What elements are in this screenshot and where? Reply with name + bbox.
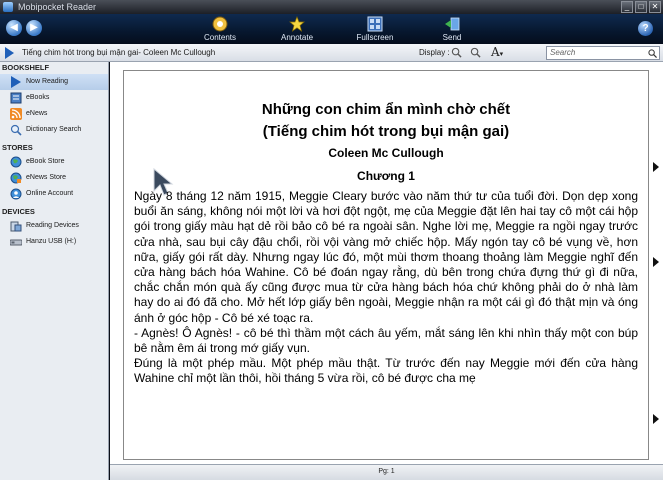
send-icon (445, 17, 460, 31)
search-placeholder: Search (550, 48, 576, 57)
window-controls: _ □ ✕ (621, 1, 661, 13)
sidebar-item-label: eBook Store (26, 158, 65, 165)
contents-label: Contents (203, 33, 237, 42)
fullscreen-label: Fullscreen (356, 33, 394, 42)
sidebar-item-enews[interactable]: eNews (0, 106, 108, 122)
zoom-out-icon[interactable] (470, 47, 481, 58)
status-bar: Pg: 1 (110, 464, 663, 480)
contents-button[interactable]: Contents (195, 16, 245, 42)
online-account-icon (10, 188, 22, 200)
sidebar-item-usb-drive[interactable]: Hanzu USB (H:) (0, 234, 108, 250)
reading-pane[interactable]: Những con chim ẩn mình chờ chết (Tiếng c… (110, 62, 663, 464)
window-title: Mobipocket Reader (18, 2, 97, 12)
paragraph: - Agnès! Ô Agnès! - cô bé thì thầm một c… (134, 325, 638, 356)
reading-devices-icon (10, 221, 22, 232)
book-info-bar: Tiếng chim hót trong bụi mận gai- Coleen… (0, 44, 663, 62)
help-button[interactable]: ? (638, 21, 653, 36)
annotate-star-icon (289, 16, 305, 32)
enews-store-globe-icon (10, 172, 22, 184)
sidebar-item-label: eBooks (26, 94, 50, 101)
now-reading-icon (11, 76, 21, 88)
display-label: Display : (419, 48, 450, 57)
chapter-body: Ngày 8 tháng 12 năm 1915, Meggie Cleary … (134, 189, 638, 387)
sidebar: BOOKSHELF Now Reading eBooks eNews Dicti… (0, 62, 109, 480)
book-subtitle: (Tiếng chim hót trong bụi mận gai) (262, 123, 510, 140)
send-label: Send (442, 33, 462, 42)
font-size-label: A (491, 45, 500, 59)
sidebar-item-label: eNews (26, 110, 48, 117)
font-size-dropdown-icon: ▾ (499, 50, 504, 58)
fullscreen-button[interactable]: Fullscreen (350, 16, 400, 42)
sidebar-item-label: Online Account (26, 190, 74, 197)
book-page[interactable]: Những con chim ẩn mình chờ chết (Tiếng c… (123, 70, 649, 460)
minimize-button[interactable]: _ (621, 1, 633, 13)
sidebar-item-online-account[interactable]: Online Account (0, 186, 108, 202)
ebook-store-globe-icon (10, 156, 22, 168)
search-icon[interactable] (648, 49, 657, 58)
sidebar-item-label: Reading Devices (26, 222, 79, 229)
dictionary-search-icon (10, 124, 22, 136)
sidebar-item-dictionary-search[interactable]: Dictionary Search (0, 122, 108, 138)
sidebar-item-reading-devices[interactable]: Reading Devices (0, 218, 108, 234)
paragraph: Ngày 8 tháng 12 năm 1915, Meggie Cleary … (134, 189, 638, 325)
zoom-in-icon[interactable] (451, 47, 462, 58)
forward-button[interactable]: ▶ (26, 20, 42, 36)
back-button[interactable]: ◀ (6, 20, 22, 36)
play-icon[interactable] (5, 47, 14, 59)
sidebar-item-label: Now Reading (26, 78, 69, 85)
font-size-button[interactable]: A▾ (491, 45, 503, 59)
annotate-button[interactable]: Annotate (272, 16, 322, 42)
sidebar-item-label: eNews Store (26, 174, 67, 181)
page-number: Pg: 1 (378, 468, 395, 475)
next-page-arrow-icon[interactable] (653, 414, 659, 424)
search-input[interactable]: Search (546, 46, 660, 60)
stores-section-title: STORES (2, 143, 33, 152)
contents-icon (212, 16, 228, 32)
main-toolbar: ◀ ▶ Contents Annotate Fullscreen Send ? (0, 14, 663, 44)
sidebar-item-ebook-store[interactable]: eBook Store (0, 154, 108, 170)
close-button[interactable]: ✕ (649, 1, 661, 13)
devices-section-title: DEVICES (2, 207, 35, 216)
book-author: Coleen Mc Cullough (328, 146, 444, 160)
current-book-title: Tiếng chim hót trong bụi mận gai- Coleen… (22, 48, 216, 57)
app-icon (3, 2, 13, 12)
book-title: Những con chim ẩn mình chờ chết (261, 101, 511, 118)
next-page-arrow-icon[interactable] (653, 257, 659, 267)
fullscreen-icon (367, 16, 383, 32)
sidebar-item-label: Dictionary Search (26, 126, 82, 133)
bookshelf-section-title: BOOKSHELF (2, 63, 50, 72)
sidebar-item-ebooks[interactable]: eBooks (0, 90, 108, 106)
next-page-arrow-icon[interactable] (653, 162, 659, 172)
paragraph: Đúng là một phép mầu. Một phép mầu thật.… (134, 356, 638, 386)
ebooks-icon (10, 92, 22, 104)
sidebar-item-enews-store[interactable]: eNews Store (0, 170, 108, 186)
enews-rss-icon (10, 108, 22, 120)
window-titlebar: Mobipocket Reader _ □ ✕ (0, 0, 663, 14)
chapter-heading: Chương 1 (357, 169, 415, 183)
annotate-label: Annotate (280, 33, 314, 42)
sidebar-item-now-reading[interactable]: Now Reading (0, 74, 108, 90)
sidebar-item-label: Hanzu USB (H:) (26, 238, 77, 245)
maximize-button[interactable]: □ (635, 1, 647, 13)
usb-drive-icon (10, 239, 22, 246)
send-button[interactable]: Send (427, 16, 477, 42)
